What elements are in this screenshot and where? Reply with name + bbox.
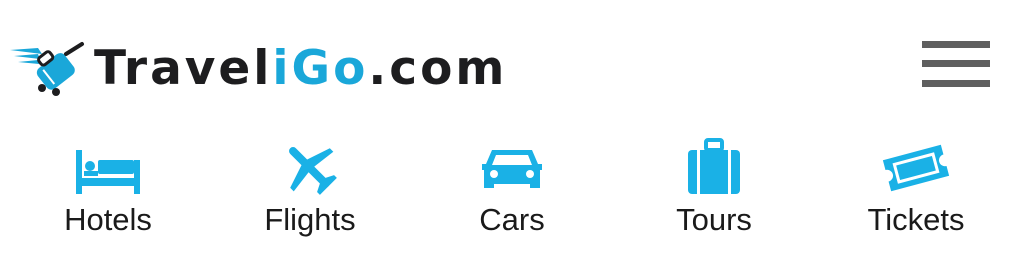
nav-item-hotels[interactable]: Hotels [28,138,188,235]
nav-label-hotels: Hotels [64,202,152,237]
nav-item-tickets[interactable]: Tickets [836,138,996,235]
site-logo[interactable]: TraveliGo.com [8,38,507,98]
brand-name: TraveliGo.com [94,45,507,92]
airplane-icon [289,147,337,195]
hamburger-line [922,60,990,67]
hamburger-line [922,80,990,87]
nav-label-cars: Cars [479,202,545,237]
nav-label-flights: Flights [264,202,356,237]
car-icon [482,150,542,188]
suitcase-icon [688,138,740,194]
hamburger-menu-icon [922,41,990,48]
nav-item-flights[interactable]: Flights [230,138,390,235]
category-nav: Hotels Flights Cars Tours Tickets [0,138,1024,248]
brand-name-accent: iGo [272,40,369,96]
nav-label-tours: Tours [676,202,752,237]
bed-icon [76,150,140,194]
nav-item-cars[interactable]: Cars [432,138,592,235]
brand-name-part2: .com [368,40,508,96]
nav-item-tours[interactable]: Tours [634,138,794,235]
ticket-icon [882,144,950,192]
hamburger-menu-button[interactable] [918,38,994,90]
site-header: TraveliGo.com [0,0,1024,120]
winged-suitcase-logo-icon [10,42,84,96]
brand-name-part1: Travel [94,40,273,96]
nav-label-tickets: Tickets [867,202,965,237]
